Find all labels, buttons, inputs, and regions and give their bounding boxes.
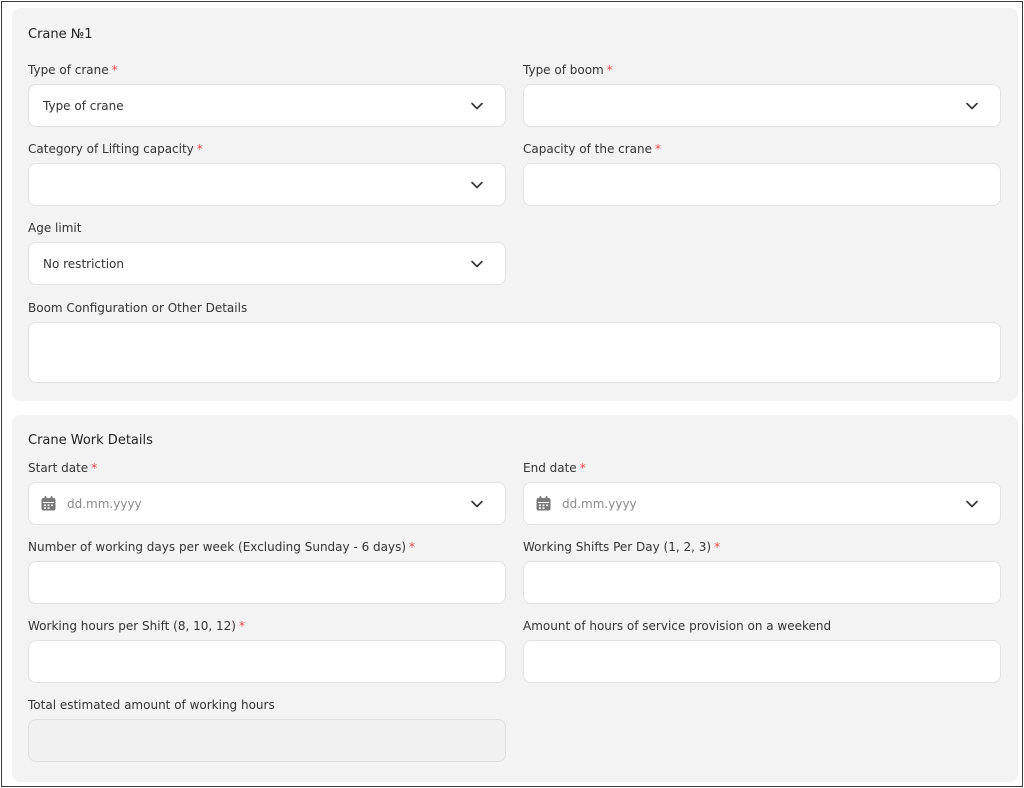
crane-capacity-label: Capacity of the crane * — [523, 142, 661, 156]
lifting-category-label: Category of Lifting capacity * — [28, 142, 203, 156]
calendar-icon — [41, 496, 56, 511]
work-details-card: Crane Work Details Start date * dd.mm.yyy… — [12, 415, 1018, 782]
type-of-crane-value: Type of crane — [43, 98, 124, 113]
lifting-category-label-text: Category of Lifting capacity — [28, 142, 194, 156]
form-frame: Crane №1 Type of crane * Type of crane Ty… — [1, 1, 1023, 787]
total-hours-readonly — [28, 719, 506, 762]
start-date-picker[interactable]: dd.mm.yyyy — [28, 482, 506, 525]
type-of-crane-label: Type of crane * — [28, 63, 118, 77]
end-date-placeholder: dd.mm.yyyy — [562, 496, 637, 511]
chevron-down-icon — [471, 260, 483, 268]
required-mark: * — [606, 63, 613, 77]
work-section-title: Crane Work Details — [28, 433, 153, 448]
working-shifts-label-text: Working Shifts Per Day (1, 2, 3) — [523, 540, 712, 554]
chevron-down-icon — [471, 102, 483, 110]
working-shifts-input[interactable] — [523, 561, 1001, 604]
type-of-boom-label: Type of boom * — [523, 63, 613, 77]
required-mark: * — [714, 540, 721, 554]
type-of-crane-select[interactable]: Type of crane — [28, 84, 506, 127]
crane-capacity-input[interactable] — [523, 163, 1001, 206]
start-date-placeholder: dd.mm.yyyy — [67, 496, 142, 511]
lifting-category-select[interactable] — [28, 163, 506, 206]
chevron-down-icon — [966, 500, 978, 508]
required-mark: * — [196, 142, 203, 156]
boom-details-label: Boom Configuration or Other Details — [28, 301, 248, 315]
chevron-down-icon — [471, 500, 483, 508]
age-limit-label: Age limit — [28, 221, 82, 235]
end-date-label: End date * — [523, 461, 586, 475]
chevron-down-icon — [471, 181, 483, 189]
type-of-boom-select[interactable] — [523, 84, 1001, 127]
hours-per-shift-input[interactable] — [28, 640, 506, 683]
total-hours-label: Total estimated amount of working hours — [28, 698, 275, 712]
crane-capacity-label-text: Capacity of the crane — [523, 142, 653, 156]
end-date-picker[interactable]: dd.mm.yyyy — [523, 482, 1001, 525]
calendar-icon — [536, 496, 551, 511]
crane-card: Crane №1 Type of crane * Type of crane Ty… — [12, 8, 1018, 401]
hours-per-shift-label: Working hours per Shift (8, 10, 12) * — [28, 619, 245, 633]
required-mark: * — [238, 619, 245, 633]
age-limit-select[interactable]: No restriction — [28, 242, 506, 285]
working-days-label-text: Number of working days per week (Excludi… — [28, 540, 407, 554]
weekend-hours-input[interactable] — [523, 640, 1001, 683]
required-mark: * — [409, 540, 416, 554]
required-mark: * — [655, 142, 662, 156]
end-date-label-text: End date — [523, 461, 577, 475]
working-days-label: Number of working days per week (Excludi… — [28, 540, 415, 554]
crane-section-title: Crane №1 — [28, 27, 93, 42]
type-of-boom-label-text: Type of boom — [523, 63, 604, 77]
chevron-down-icon — [966, 102, 978, 110]
required-mark: * — [579, 461, 586, 475]
hours-per-shift-label-text: Working hours per Shift (8, 10, 12) — [28, 619, 236, 633]
age-limit-value: No restriction — [43, 256, 124, 271]
start-date-label: Start date * — [28, 461, 97, 475]
type-of-crane-label-text: Type of crane — [28, 63, 109, 77]
weekend-hours-label: Amount of hours of service provision on … — [523, 619, 832, 633]
working-days-input[interactable] — [28, 561, 506, 604]
boom-details-textarea[interactable] — [28, 322, 1001, 383]
required-mark: * — [91, 461, 98, 475]
start-date-label-text: Start date — [28, 461, 89, 475]
required-mark: * — [111, 63, 118, 77]
working-shifts-label: Working Shifts Per Day (1, 2, 3) * — [523, 540, 720, 554]
